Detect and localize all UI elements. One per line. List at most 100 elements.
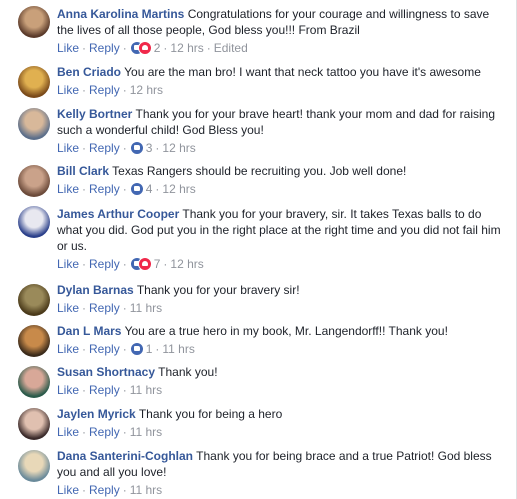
like-link[interactable]: Like [57,182,79,196]
like-link[interactable]: Like [57,301,79,315]
reactions-summary[interactable] [129,257,152,271]
commenter-name[interactable]: Anna Karolina Martins [57,7,184,21]
avatar[interactable] [18,325,50,357]
comment-actions: Like · Reply · 4 · 12 hrs [57,181,502,197]
separator-dot: · [163,41,168,55]
separator-dot: · [155,342,160,356]
separator-dot: · [82,425,87,439]
like-link[interactable]: Like [57,141,79,155]
avatar[interactable] [18,366,50,398]
reactions-summary[interactable] [129,342,144,356]
reactions-summary[interactable] [129,141,144,155]
reply-link[interactable]: Reply [89,41,120,55]
reply-link[interactable]: Reply [89,483,120,497]
timestamp[interactable]: 12 hrs [130,83,163,97]
comment-text: You are a true hero in my book, Mr. Lang… [124,324,448,338]
reply-link[interactable]: Reply [89,425,120,439]
avatar[interactable] [18,66,50,98]
like-reaction-icon [129,182,144,196]
separator-dot: · [122,257,127,271]
comment-actions: Like · Reply · 11 hrs [57,482,502,498]
timestamp[interactable]: 12 hrs [162,182,195,196]
separator-dot: · [82,342,87,356]
like-link[interactable]: Like [57,342,79,356]
commenter-name[interactable]: Dana Santerini-Coghlan [57,449,193,463]
reply-link[interactable]: Reply [89,383,120,397]
comment-actions: Like · Reply · 12 hrs [57,82,502,98]
separator-dot: · [122,383,127,397]
separator-dot: · [82,41,87,55]
commenter-name[interactable]: James Arthur Cooper [57,207,179,221]
commenter-name[interactable]: Ben Criado [57,65,121,79]
reply-link[interactable]: Reply [89,182,120,196]
like-link[interactable]: Like [57,425,79,439]
comment-actions: Like · Reply · 11 hrs [57,424,502,440]
separator-dot: · [82,483,87,497]
timestamp[interactable]: 11 hrs [130,483,162,497]
comment-body: Anna Karolina Martins Congratulations fo… [57,6,502,56]
comment-body: Dylan Barnas Thank you for your bravery … [57,282,502,316]
like-link[interactable]: Like [57,41,79,55]
avatar[interactable] [18,206,50,238]
avatar[interactable] [18,6,50,38]
like-link[interactable]: Like [57,383,79,397]
avatar[interactable] [18,450,50,482]
comment-body: Dan L Mars You are a true hero in my boo… [57,323,502,357]
separator-dot: · [122,425,127,439]
comment-actions: Like · Reply · 3 · 12 hrs [57,140,502,156]
commenter-name[interactable]: Bill Clark [57,164,109,178]
reply-link[interactable]: Reply [89,257,120,271]
comment-body: Susan Shortnacy Thank you! Like · Reply · 11 … [57,364,502,398]
reply-link[interactable]: Reply [89,342,120,356]
like-link[interactable]: Like [57,257,79,271]
comments-panel: Anna Karolina Martins Congratulations fo… [0,0,517,499]
comment-body: James Arthur Cooper Thank you for your b… [57,206,502,272]
timestamp[interactable]: 12 hrs [170,257,203,271]
separator-dot: · [122,182,127,196]
timestamp[interactable]: 11 hrs [162,342,194,356]
avatar[interactable] [18,108,50,140]
comment-body: Bill Clark Texas Rangers should be recru… [57,163,502,197]
comment-body: Dana Santerini-Coghlan Thank you for bei… [57,448,502,498]
timestamp[interactable]: 12 hrs [162,141,195,155]
comment-actions: Like · Reply · 11 hrs [57,382,502,398]
commenter-name[interactable]: Dylan Barnas [57,283,134,297]
love-reaction-icon [137,257,152,271]
separator-dot: · [155,141,160,155]
timestamp[interactable]: 11 hrs [130,425,162,439]
avatar[interactable] [18,284,50,316]
comment-actions: Like · Reply · 11 hrs [57,300,502,316]
like-link[interactable]: Like [57,483,79,497]
separator-dot: · [82,141,87,155]
timestamp[interactable]: 12 hrs [170,41,203,55]
separator-dot: · [82,83,87,97]
separator-dot: · [122,342,127,356]
like-link[interactable]: Like [57,83,79,97]
timestamp[interactable]: 11 hrs [130,383,162,397]
timestamp[interactable]: 11 hrs [130,301,162,315]
separator-dot: · [122,483,127,497]
commenter-name[interactable]: Dan L Mars [57,324,121,338]
separator-dot: · [82,257,87,271]
reply-link[interactable]: Reply [89,141,120,155]
comment-body: Kelly Bortner Thank you for your brave h… [57,106,502,156]
comment-text: Thank you for being a hero [138,407,283,421]
commenter-name[interactable]: Jaylen Myrick [57,407,136,421]
reactions-summary[interactable] [129,41,152,55]
comment-actions: Like · Reply · 2 · 12 hrs · Edited [57,40,502,56]
comment-text: You are the man bro! I want that neck ta… [124,65,481,79]
comment-body: Jaylen Myrick Thank you for being a hero… [57,406,502,440]
separator-dot: · [122,41,127,55]
like-reaction-icon [129,141,144,155]
separator-dot: · [163,257,168,271]
reactions-summary[interactable] [129,182,144,196]
commenter-name[interactable]: Susan Shortnacy [57,365,155,379]
avatar[interactable] [18,408,50,440]
avatar[interactable] [18,165,50,197]
reply-link[interactable]: Reply [89,301,120,315]
edited-label[interactable]: Edited [214,41,248,55]
commenter-name[interactable]: Kelly Bortner [57,107,132,121]
separator-dot: · [122,83,127,97]
reply-link[interactable]: Reply [89,83,120,97]
separator-dot: · [122,141,127,155]
